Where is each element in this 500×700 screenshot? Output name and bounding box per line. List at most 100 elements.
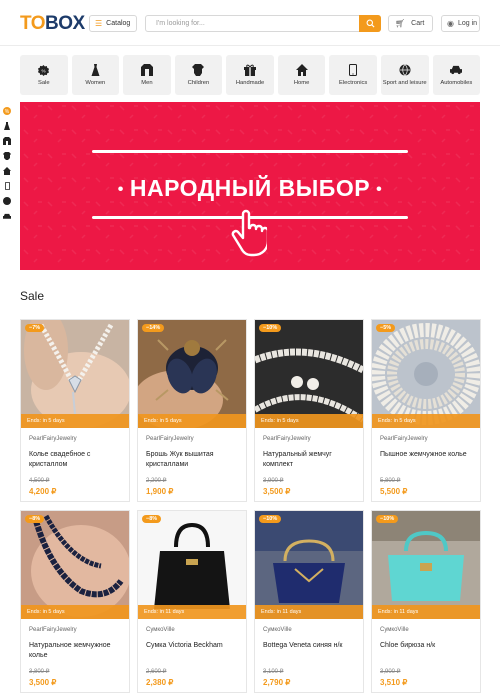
ball-icon: [399, 64, 411, 76]
old-price: 3,900 ₽: [263, 478, 284, 484]
old-price: 3,800 ₽: [29, 669, 50, 675]
product-image[interactable]: [255, 511, 363, 619]
price: 5,500 ₽: [380, 487, 408, 496]
dress-icon[interactable]: [3, 122, 11, 130]
cart-label: Cart: [411, 20, 425, 27]
product-name[interactable]: Натуральный жемчуг комплект: [263, 450, 359, 470]
category-handmade[interactable]: Handmade: [226, 55, 274, 95]
product-card[interactable]: −8% Ends: in 11 days СумкоVille Сумка Vi…: [137, 510, 247, 693]
svg-text:%: %: [42, 68, 46, 73]
product-name[interactable]: Сумка Victoria Beckham: [146, 641, 242, 651]
house-icon: [295, 64, 308, 76]
site-header: TOBOX ☰ Catalog I'm looking for... 🛒︎ Ca…: [0, 0, 500, 46]
cart-button[interactable]: 🛒︎ Cart: [388, 15, 433, 32]
car-icon: [450, 64, 463, 76]
price: 1,900 ₽: [146, 487, 174, 496]
search-icon: [366, 19, 375, 28]
product-name[interactable]: Натуральное жемчужное колье: [29, 641, 125, 661]
phone-icon[interactable]: [3, 182, 11, 190]
seller-name[interactable]: PearlFairyJewelry: [29, 436, 77, 442]
product-name[interactable]: Брошь Жук вышитая кристаллами: [146, 450, 242, 470]
old-price: 3,900 ₽: [380, 669, 401, 675]
user-icon: ◉: [447, 19, 454, 28]
discount-badge: −7%: [25, 324, 45, 332]
ends-banner: Ends: in 5 days: [138, 414, 246, 428]
seller-name[interactable]: PearlFairyJewelry: [263, 436, 311, 442]
product-name[interactable]: Bottega Veneta синяя н/к: [263, 641, 359, 651]
banner-top-line: [92, 150, 408, 153]
ends-banner: Ends: in 5 days: [372, 414, 480, 428]
old-price: 4,500 ₽: [29, 478, 50, 484]
product-card[interactable]: −10% Ends: in 11 days СумкоVille Bottega…: [254, 510, 364, 693]
baby-bodysuit-icon: [192, 64, 205, 76]
product-image[interactable]: [21, 320, 129, 428]
price: 2,380 ₽: [146, 678, 174, 687]
phone-icon: [347, 64, 359, 76]
sale-icon[interactable]: %: [3, 107, 11, 115]
ball-icon[interactable]: [3, 197, 11, 205]
category-children[interactable]: Children: [174, 55, 223, 95]
category-women[interactable]: Women: [71, 55, 120, 95]
catalog-button[interactable]: ☰ Catalog: [89, 15, 137, 32]
side-category-rail: %: [3, 107, 13, 220]
category-sale[interactable]: % Sale: [20, 55, 68, 95]
product-name[interactable]: Колье свадебное с кристаллом: [29, 450, 125, 470]
seller-name[interactable]: PearlFairyJewelry: [146, 436, 194, 442]
logo[interactable]: TOBOX: [20, 13, 85, 35]
baby-bodysuit-icon[interactable]: [3, 152, 11, 160]
product-card[interactable]: −5% Ends: in 5 days PearlFairyJewelry Пы…: [371, 319, 481, 502]
discount-badge: −8%: [142, 515, 162, 523]
price: 4,200 ₽: [29, 487, 57, 496]
seller-name[interactable]: PearlFairyJewelry: [380, 436, 428, 442]
product-card[interactable]: −7% Ends: in 5 days PearlFairyJewelry Ко…: [20, 319, 130, 502]
category-home[interactable]: Home: [277, 55, 326, 95]
product-image[interactable]: [255, 320, 363, 428]
ends-banner: Ends: in 5 days: [21, 414, 129, 428]
product-image[interactable]: [21, 511, 129, 619]
category-men[interactable]: Men: [123, 55, 171, 95]
promo-banner[interactable]: • НАРОДНЫЙ ВЫБОР •: [20, 102, 480, 270]
search-bar[interactable]: I'm looking for...: [145, 15, 381, 32]
catalog-label: Catalog: [106, 20, 131, 27]
product-image[interactable]: [138, 511, 246, 619]
product-image[interactable]: [372, 511, 480, 619]
login-button[interactable]: ◉ Log in: [441, 15, 480, 32]
category-automobiles[interactable]: Automobiles: [432, 55, 481, 95]
product-image[interactable]: [372, 320, 480, 428]
sale-icon: %: [38, 64, 50, 76]
search-input[interactable]: I'm looking for...: [156, 20, 205, 27]
price: 3,500 ₽: [263, 487, 291, 496]
banner-title: • НАРОДНЫЙ ВЫБОР •: [117, 175, 383, 201]
product-card[interactable]: −8% Ends: in 5 days PearlFairyJewelry На…: [20, 510, 130, 693]
product-name[interactable]: Пышное жемчужное колье: [380, 450, 476, 460]
gift-icon: [244, 64, 257, 76]
product-image[interactable]: [138, 320, 246, 428]
house-icon[interactable]: [3, 167, 11, 175]
category-electronics[interactable]: Electronics: [329, 55, 377, 95]
category-nav: % Sale Women Men Children Handmade Home …: [20, 55, 481, 95]
discount-badge: −10%: [376, 515, 399, 523]
car-icon[interactable]: [3, 212, 11, 220]
product-name[interactable]: Chloe бирюза н/к: [380, 641, 476, 651]
svg-text:%: %: [5, 109, 10, 115]
category-sport[interactable]: Sport and leisure: [380, 55, 429, 95]
price: 3,500 ₽: [29, 678, 57, 687]
product-card[interactable]: −14% Ends: in 5 days PearlFairyJewelry Б…: [137, 319, 247, 502]
ends-banner: Ends: in 5 days: [255, 414, 363, 428]
seller-name[interactable]: PearlFairyJewelry: [29, 627, 77, 633]
product-card[interactable]: −10% Ends: in 5 days PearlFairyJewelry Н…: [254, 319, 364, 502]
login-label: Log in: [457, 20, 478, 27]
section-title: Sale: [20, 289, 45, 303]
product-grid: −7% Ends: in 5 days PearlFairyJewelry Ко…: [20, 319, 481, 693]
seller-name[interactable]: СумкоVille: [380, 627, 409, 633]
seller-name[interactable]: СумкоVille: [263, 627, 292, 633]
search-button[interactable]: [359, 15, 381, 32]
ends-banner: Ends: in 11 days: [255, 605, 363, 619]
jacket-icon[interactable]: [3, 137, 11, 145]
old-price: 2,200 ₽: [146, 478, 167, 484]
pointing-hand-icon: [231, 209, 267, 257]
price: 2,790 ₽: [263, 678, 291, 687]
ends-banner: Ends: in 11 days: [138, 605, 246, 619]
seller-name[interactable]: СумкоVille: [146, 627, 175, 633]
product-card[interactable]: −10% Ends: in 11 days СумкоVille Chloe б…: [371, 510, 481, 693]
